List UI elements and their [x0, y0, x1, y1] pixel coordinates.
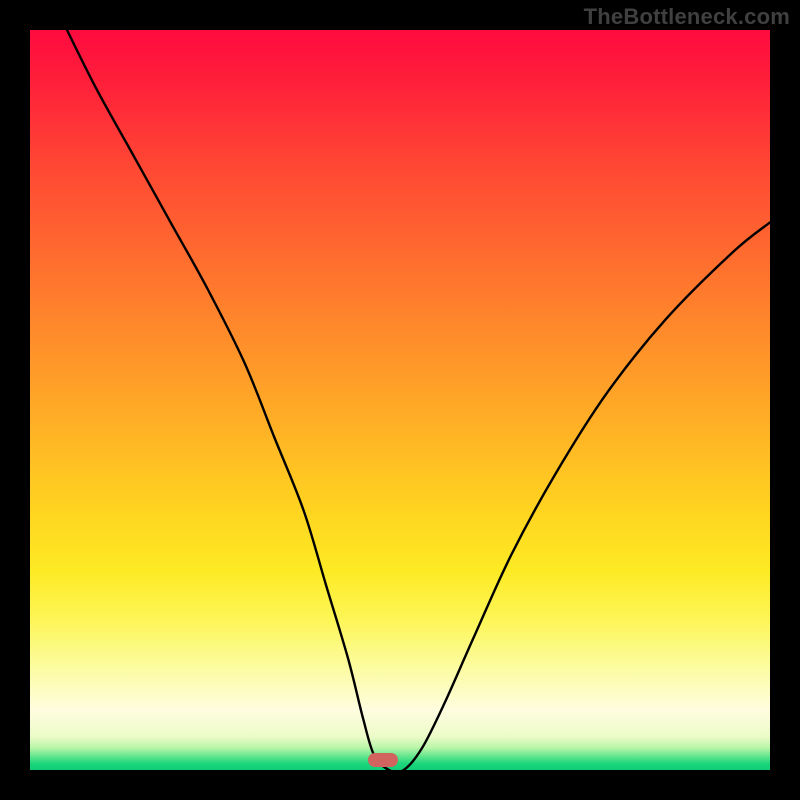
- plot-area: [30, 30, 770, 770]
- chart-frame: TheBottleneck.com: [0, 0, 800, 800]
- watermark-text: TheBottleneck.com: [584, 4, 790, 30]
- bottleneck-curve: [30, 30, 770, 770]
- optimum-marker: [368, 753, 398, 767]
